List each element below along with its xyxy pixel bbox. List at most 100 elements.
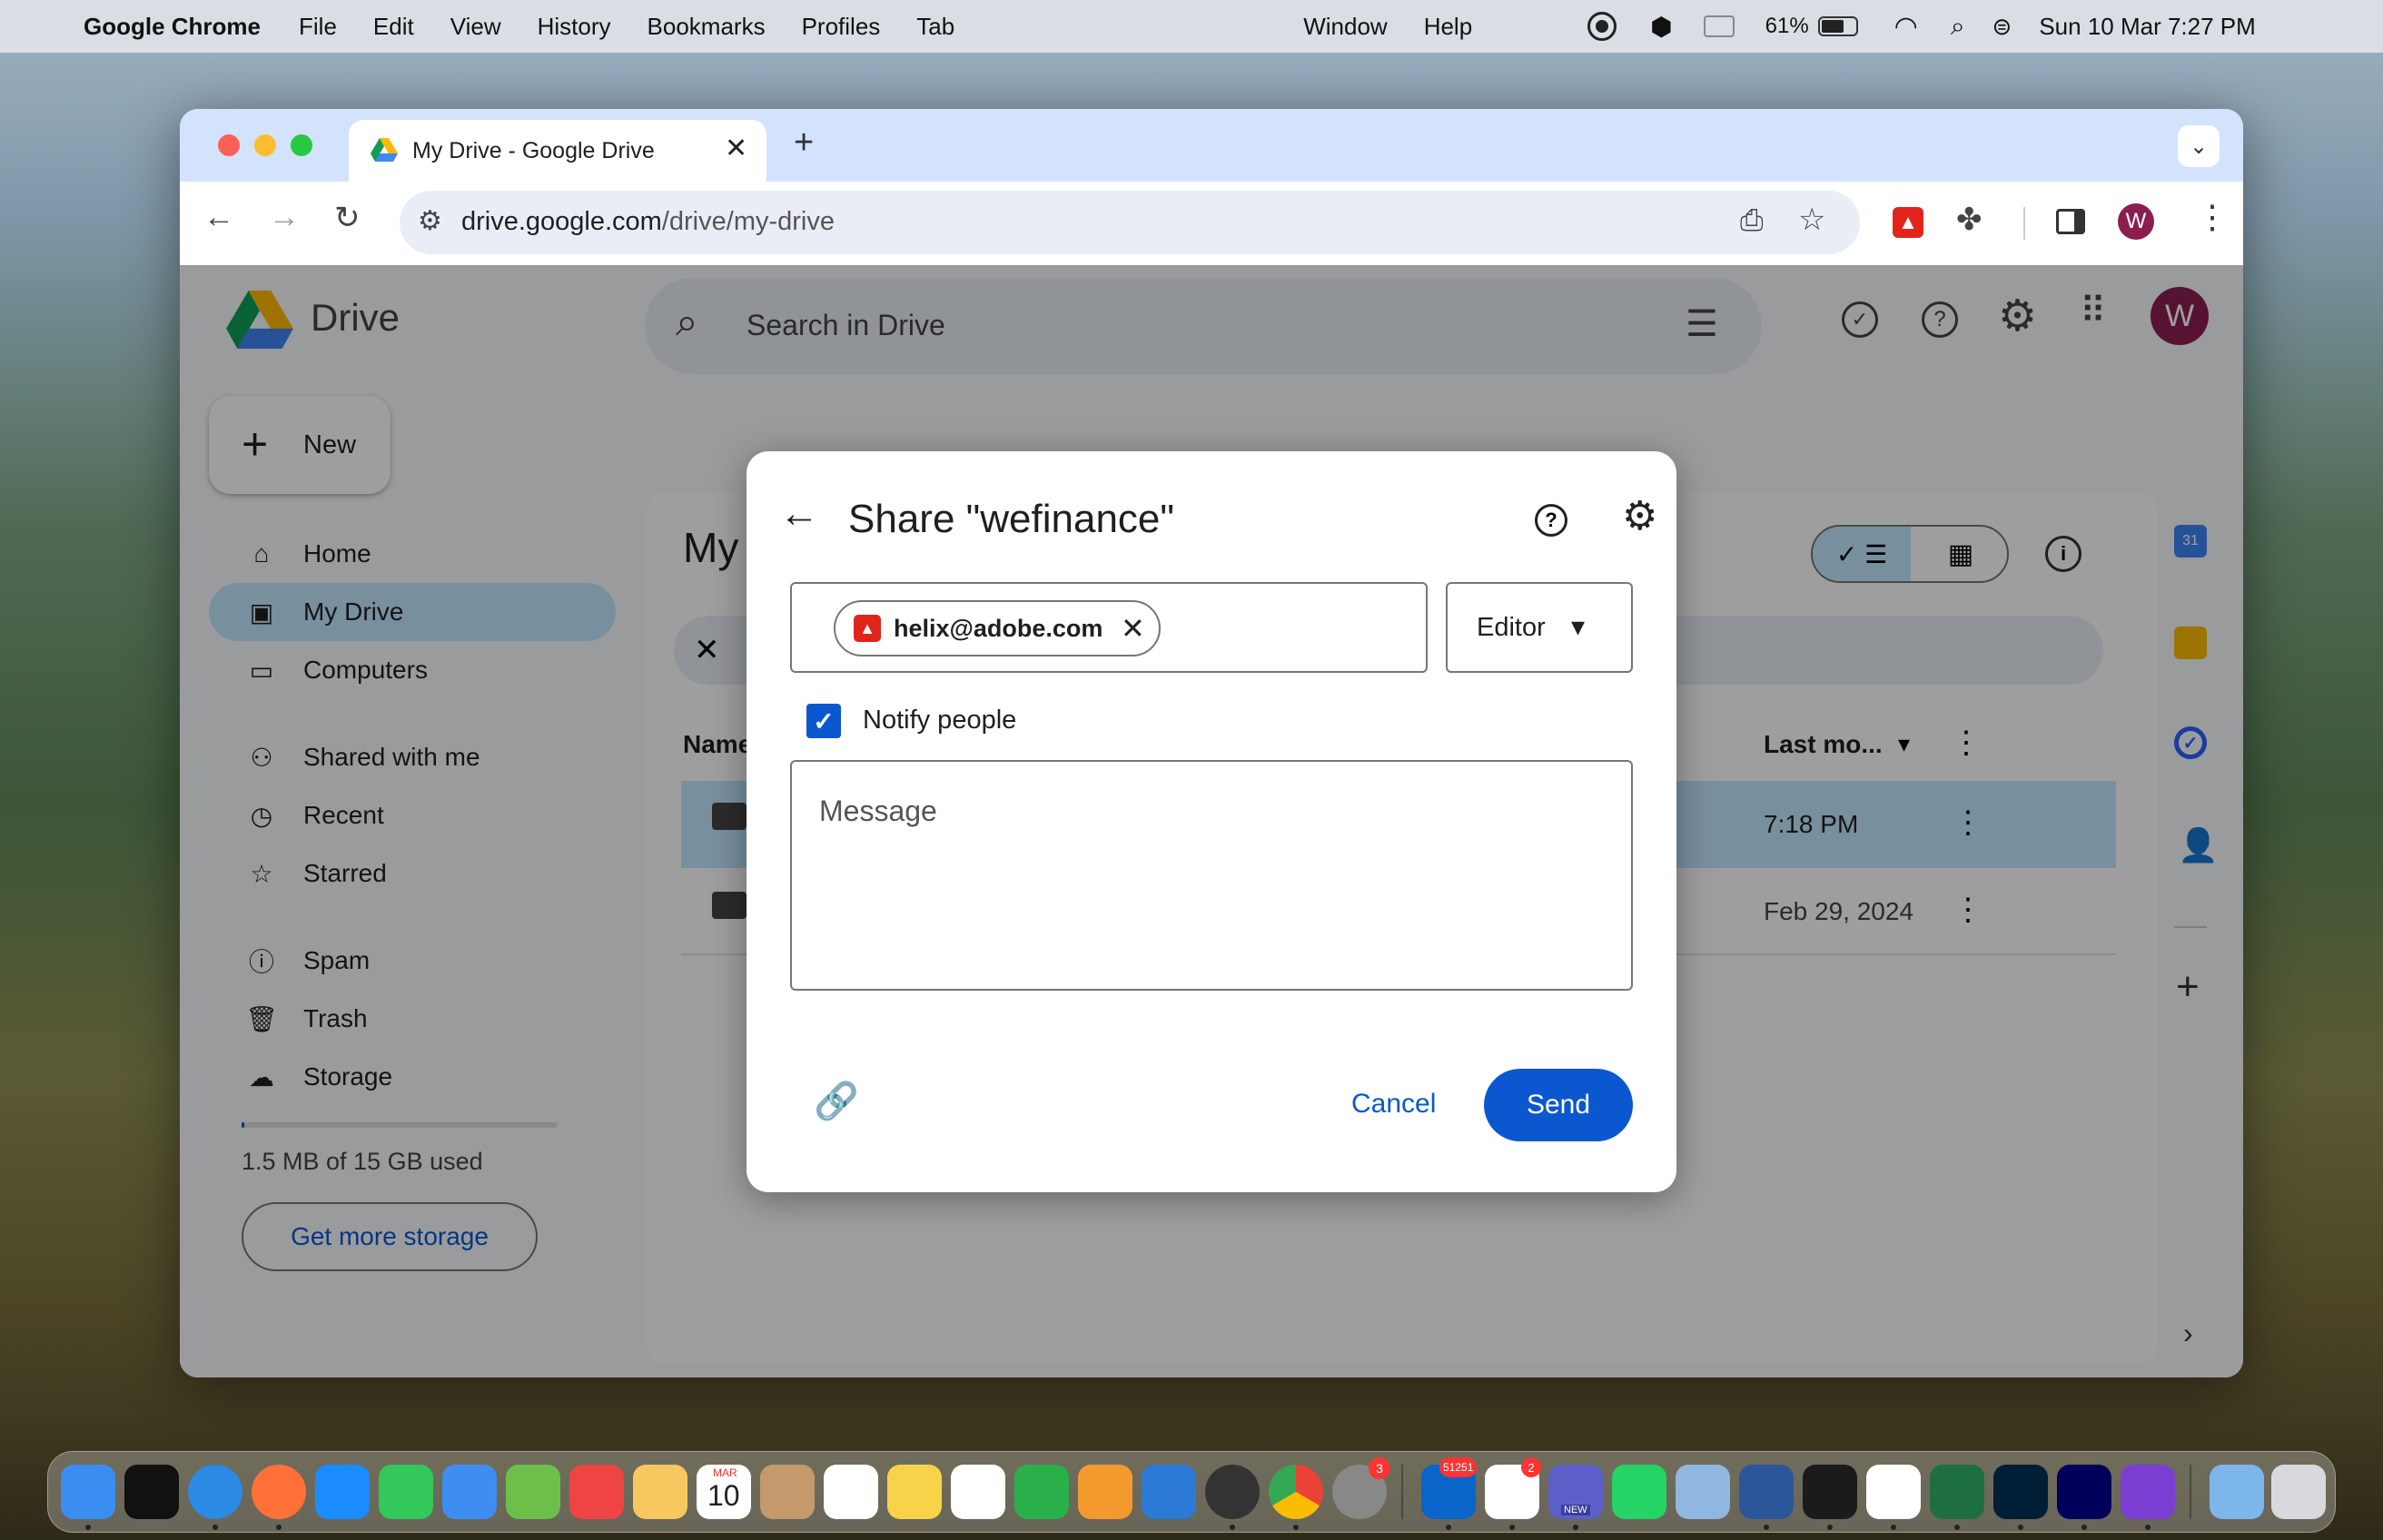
teams-new-label: NEW: [1561, 1505, 1590, 1515]
notify-label[interactable]: Notify people: [863, 706, 1016, 735]
pages-icon[interactable]: [1078, 1465, 1132, 1519]
running-dot: [1293, 1525, 1299, 1530]
contacts-icon[interactable]: [760, 1465, 815, 1519]
wifi-icon[interactable]: ◠: [1894, 11, 1918, 43]
tab-search-button[interactable]: ⌄: [2178, 125, 2220, 167]
menu-help[interactable]: Help: [1424, 13, 1472, 41]
recipient-chip[interactable]: ▲ helix@adobe.com ✕: [834, 600, 1161, 656]
vpn-icon[interactable]: ⬢: [1650, 12, 1672, 42]
photoshop-icon[interactable]: [1993, 1465, 2048, 1519]
site-info-icon[interactable]: ⚙: [418, 205, 442, 237]
notify-checkbox[interactable]: ✓: [806, 704, 841, 738]
menu-file[interactable]: File: [299, 13, 337, 41]
sidebar-toggle-icon[interactable]: [1703, 15, 1735, 37]
battery-icon[interactable]: [1817, 16, 1858, 36]
send-button[interactable]: Send: [1484, 1069, 1633, 1141]
address-bar[interactable]: ⚙ drive.google.com/drive/my-drive ⎙ ☆: [400, 191, 1860, 254]
menu-edit[interactable]: Edit: [373, 13, 414, 41]
share-help-icon[interactable]: ?: [1535, 504, 1567, 537]
copy-link-icon[interactable]: 🔗: [814, 1080, 859, 1122]
chip-remove-icon[interactable]: ✕: [1121, 611, 1145, 646]
menu-window[interactable]: Window: [1303, 13, 1387, 41]
menu-app-name[interactable]: Google Chrome: [84, 13, 261, 41]
running-dot: [2018, 1525, 2023, 1530]
vscode-icon[interactable]: [1866, 1465, 1921, 1519]
running-dot: [2145, 1525, 2151, 1530]
numbers-icon[interactable]: [1014, 1465, 1069, 1519]
outlook-icon[interactable]: 51251: [1421, 1457, 1478, 1519]
reminders-icon[interactable]: [824, 1465, 878, 1519]
system-settings-icon[interactable]: 3: [1332, 1457, 1390, 1519]
safari-icon[interactable]: [188, 1465, 242, 1519]
whatsapp-icon[interactable]: [1612, 1465, 1666, 1519]
notes-icon[interactable]: [887, 1465, 942, 1519]
photo-booth-icon[interactable]: [569, 1465, 624, 1519]
running-dot: [2081, 1525, 2087, 1530]
trash-bin-icon[interactable]: [2271, 1465, 2326, 1519]
keynote-icon[interactable]: [1142, 1465, 1196, 1519]
forward-icon[interactable]: →: [269, 200, 300, 235]
dock-calendar-month: MAR: [713, 1466, 737, 1479]
new-tab-button[interactable]: +: [794, 123, 814, 163]
mail-icon[interactable]: [442, 1465, 497, 1519]
running-dot: [213, 1525, 218, 1530]
adobe-extension-icon[interactable]: ▲: [1893, 207, 1923, 238]
slack-icon[interactable]: 2: [1485, 1457, 1541, 1519]
extensions-puzzle-icon[interactable]: ✤: [1956, 202, 1983, 238]
chrome-icon[interactable]: [1269, 1465, 1323, 1519]
firefox-icon[interactable]: [252, 1465, 306, 1519]
bookmark-star-icon[interactable]: ☆: [1798, 202, 1825, 238]
zoom-window-button[interactable]: [291, 134, 312, 156]
role-select[interactable]: Editor ▾: [1446, 582, 1633, 673]
apple-tv-icon[interactable]: [124, 1465, 179, 1519]
premiere-icon[interactable]: [2057, 1465, 2111, 1519]
share-settings-icon[interactable]: ⚙: [1622, 493, 1657, 539]
side-panel-icon[interactable]: [2056, 209, 2085, 234]
messages-icon[interactable]: [379, 1465, 433, 1519]
minimize-window-button[interactable]: [254, 134, 276, 156]
slack-badge: 2: [1521, 1457, 1541, 1477]
back-arrow-icon[interactable]: ←: [779, 491, 819, 537]
quicktime-icon[interactable]: [1205, 1465, 1260, 1519]
tab-close-icon[interactable]: ✕: [725, 133, 747, 164]
control-center-icon[interactable]: ⊜: [1992, 13, 2012, 41]
maps-icon[interactable]: [506, 1465, 560, 1519]
downloads-folder-icon[interactable]: [2210, 1465, 2264, 1519]
chrome-menu-icon[interactable]: ⋮: [2196, 198, 2229, 236]
recipients-input[interactable]: ▲ helix@adobe.com ✕: [790, 582, 1428, 673]
role-dropdown-icon: ▾: [1571, 612, 1586, 642]
github-desktop-icon[interactable]: [2121, 1465, 2175, 1519]
reload-icon[interactable]: ↻: [334, 200, 361, 236]
url-domain: drive.google.com: [461, 207, 662, 236]
menu-history[interactable]: History: [538, 13, 611, 41]
tab-my-drive[interactable]: My Drive - Google Drive ✕: [349, 120, 766, 182]
excel-icon[interactable]: [1930, 1465, 1984, 1519]
word-icon[interactable]: [1739, 1465, 1794, 1519]
finder-icon[interactable]: [61, 1465, 115, 1519]
url-path: /drive/my-drive: [661, 207, 835, 236]
profile-avatar-button[interactable]: W: [2118, 203, 2154, 240]
back-icon[interactable]: ←: [203, 200, 234, 235]
close-window-button[interactable]: [218, 134, 240, 156]
install-app-icon[interactable]: ⎙: [1740, 203, 1764, 238]
outlook-badge: 51251: [1439, 1457, 1478, 1477]
browser-toolbar: ← → ↻ ⚙ drive.google.com/drive/my-drive …: [180, 182, 2243, 265]
photos-icon[interactable]: [633, 1465, 687, 1519]
calendar-icon[interactable]: MAR 10: [697, 1465, 751, 1519]
menu-bookmarks[interactable]: Bookmarks: [648, 13, 766, 41]
url-text[interactable]: drive.google.com/drive/my-drive: [461, 207, 835, 237]
menu-profiles[interactable]: Profiles: [802, 13, 881, 41]
terminal-icon[interactable]: [1803, 1465, 1857, 1519]
message-textarea[interactable]: Message: [790, 760, 1633, 991]
spotlight-icon[interactable]: ⌕: [1951, 12, 1965, 42]
app-store-icon[interactable]: [315, 1465, 370, 1519]
teams-icon[interactable]: NEW: [1548, 1465, 1603, 1519]
cancel-button[interactable]: Cancel: [1351, 1089, 1436, 1120]
freeform-icon[interactable]: [951, 1465, 1005, 1519]
menu-tab[interactable]: Tab: [916, 13, 954, 41]
menubar-clock[interactable]: Sun 10 Mar 7:27 PM: [2039, 13, 2255, 41]
menu-view[interactable]: View: [450, 13, 501, 41]
dock-divider: [2190, 1465, 2191, 1519]
preview-icon[interactable]: [1676, 1465, 1730, 1519]
record-icon[interactable]: [1587, 12, 1617, 41]
